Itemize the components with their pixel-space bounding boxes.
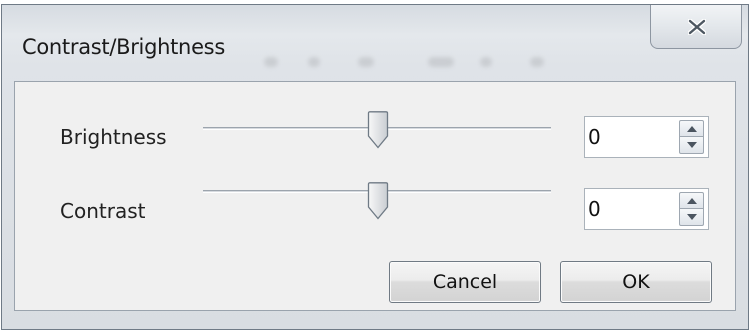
- close-button[interactable]: [650, 5, 742, 49]
- arrow-up-icon: [687, 198, 697, 204]
- background-blur: [530, 57, 544, 67]
- arrow-down-icon: [687, 142, 697, 148]
- brightness-decrement-button[interactable]: [679, 137, 704, 154]
- background-blur: [480, 57, 492, 67]
- contrast-value[interactable]: 0: [588, 197, 601, 221]
- title-bar[interactable]: Contrast/Brightness: [2, 5, 748, 83]
- arrow-up-icon: [687, 126, 697, 132]
- background-blur: [428, 57, 454, 67]
- arrow-down-icon: [687, 214, 697, 220]
- brightness-label: Brightness: [60, 125, 167, 149]
- dialog-client-area: Brightness 0 Contrast 0 Cancel OK: [14, 81, 736, 311]
- contrast-increment-button[interactable]: [679, 192, 704, 209]
- contrast-slider-thumb[interactable]: [367, 182, 389, 220]
- brightness-increment-button[interactable]: [679, 120, 704, 137]
- contrast-spin-buttons: [679, 192, 704, 226]
- background-blur: [308, 57, 320, 67]
- brightness-slider-thumb[interactable]: [367, 111, 389, 149]
- brightness-spinbox[interactable]: 0: [584, 116, 709, 158]
- close-icon: [688, 19, 706, 35]
- cancel-button[interactable]: Cancel: [389, 261, 541, 303]
- background-blur: [358, 57, 374, 67]
- brightness-spin-buttons: [679, 120, 704, 154]
- contrast-brightness-dialog: Contrast/Brightness Brightness 0 Contras…: [1, 4, 749, 330]
- ok-button[interactable]: OK: [560, 261, 712, 303]
- contrast-decrement-button[interactable]: [679, 209, 704, 226]
- contrast-label: Contrast: [60, 199, 146, 223]
- window-title: Contrast/Brightness: [22, 35, 225, 59]
- brightness-value[interactable]: 0: [588, 125, 601, 149]
- contrast-spinbox[interactable]: 0: [584, 188, 709, 230]
- background-blur: [264, 57, 278, 67]
